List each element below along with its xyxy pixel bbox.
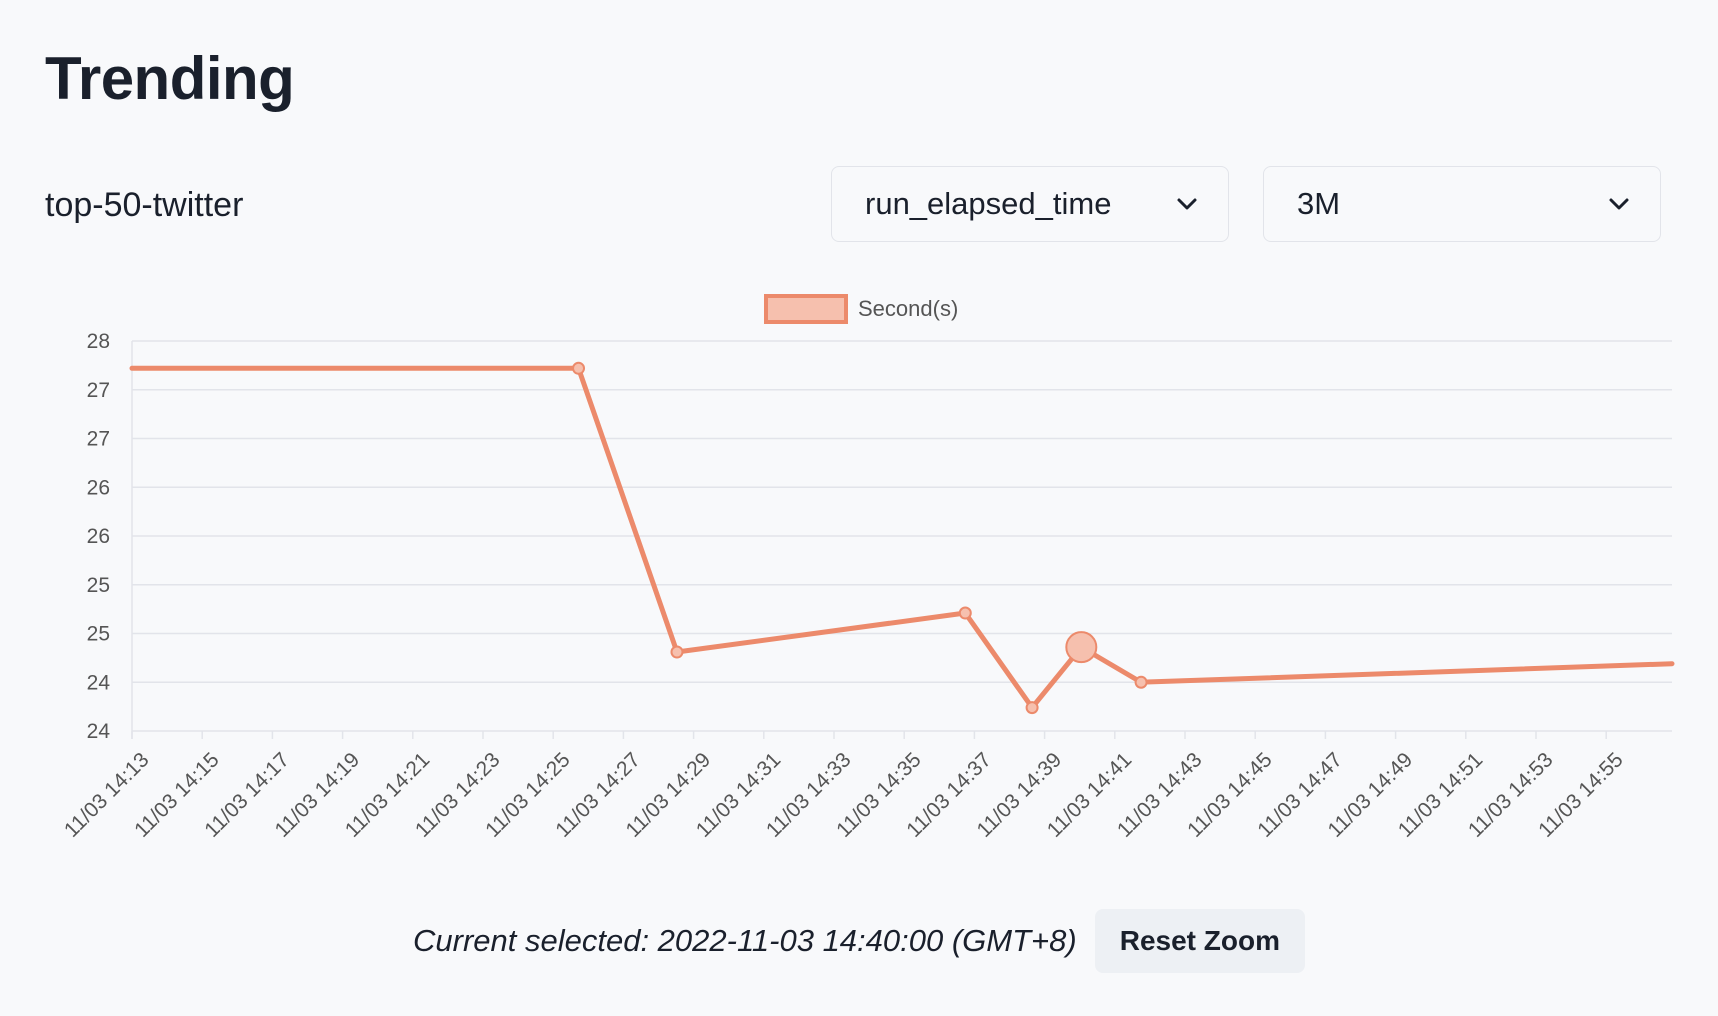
metric-select-value: run_elapsed_time [865,186,1112,221]
selected-data-point[interactable] [1065,631,1098,664]
y-tick-label: 26 [87,476,110,499]
series-line [129,365,1675,711]
project-name: top-50-twitter [45,186,244,224]
chart-footer: Current selected: 2022-11-03 14:40:00 (G… [0,909,1718,973]
range-select-value: 3M [1297,186,1341,221]
data-point[interactable] [1134,675,1148,689]
y-tick-label: 25 [87,574,110,597]
y-tick-label: 24 [87,671,111,694]
trend-chart[interactable]: Second(s) 28 27 27 26 26 25 25 24 24 11/03 14:13 11… [0,270,1718,890]
y-tick-label: 24 [87,720,111,743]
legend-swatch [764,294,848,324]
current-selected-text: Current selected: 2022-11-03 14:40:00 (G… [413,923,1077,958]
range-select[interactable]: 3M [1263,166,1661,242]
y-tick-label: 26 [87,525,110,548]
data-point[interactable] [958,606,972,620]
metric-select[interactable]: run_elapsed_time [831,166,1229,242]
y-tick-label: 27 [87,428,110,451]
y-tick-label: 27 [87,379,110,402]
chevron-down-icon [1609,198,1629,210]
legend-label: Second(s) [858,296,958,321]
y-tick-label: 25 [87,623,110,646]
data-point[interactable] [1025,701,1039,715]
chevron-down-icon [1177,198,1197,210]
trending-page: Trending top-50-twitter run_elapsed_time… [0,0,1718,1016]
data-point[interactable] [670,645,684,659]
data-point[interactable] [572,361,586,375]
page-title: Trending [45,45,295,112]
trend-chart-svg[interactable]: Second(s)28272726262525242411/03 14:1311… [0,270,1718,890]
reset-zoom-button[interactable]: Reset Zoom [1094,909,1305,973]
y-tick-label: 28 [87,330,110,353]
